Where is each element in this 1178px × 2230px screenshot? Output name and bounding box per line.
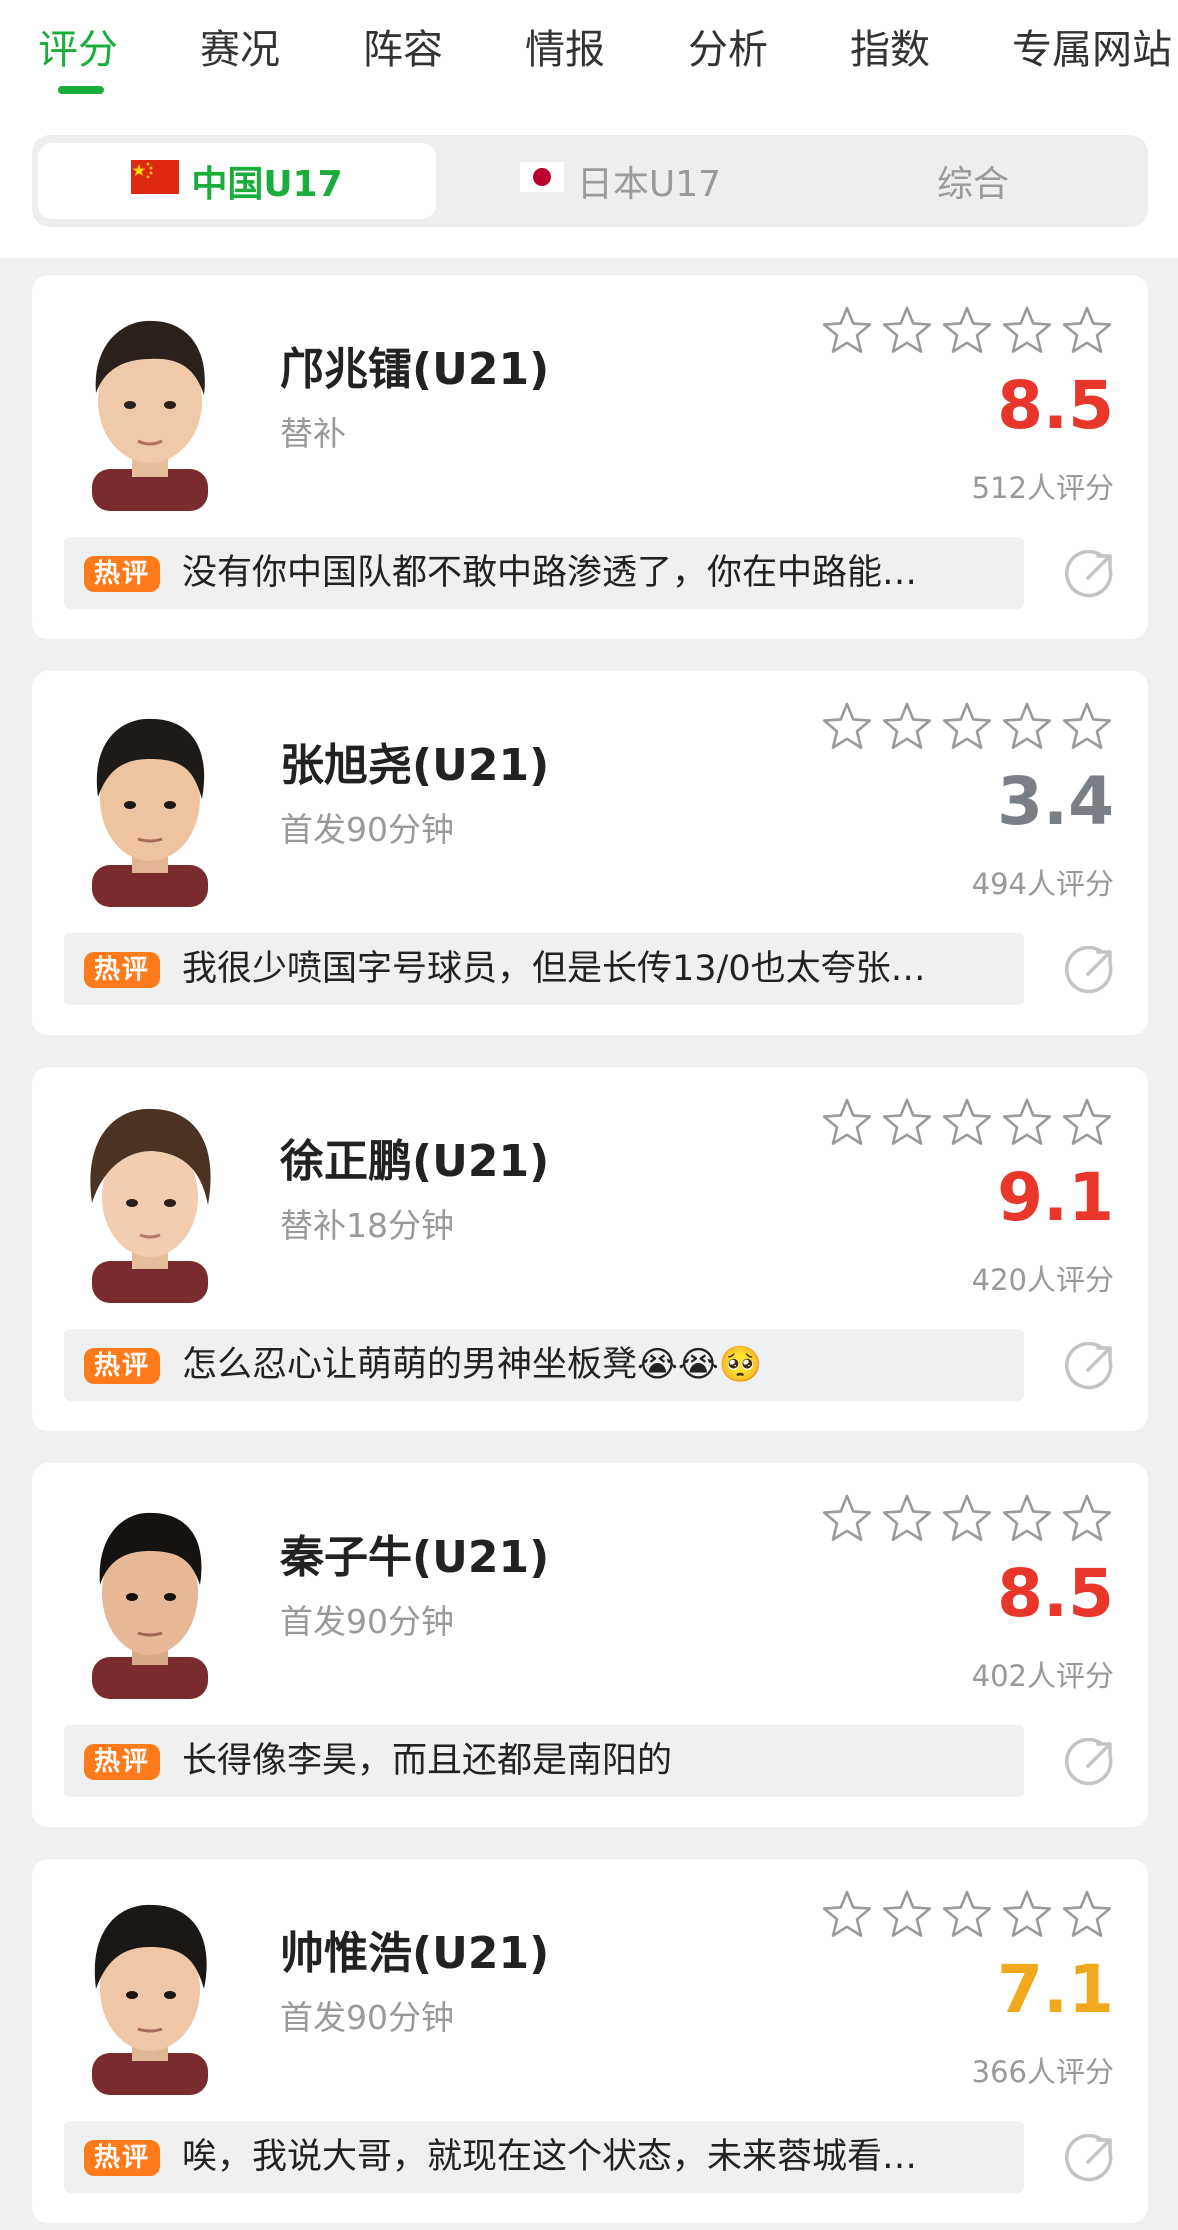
rating-stars[interactable] (822, 1493, 1152, 1543)
player-name: 徐正鹏(U21) (280, 1136, 550, 1187)
hot-comment-text: 没有你中国队都不敢中路渗透了，你在中路能… (182, 553, 918, 593)
rating-count: 420人评分 (971, 1263, 1114, 1297)
hot-comment-badge: 热评 (84, 1744, 160, 1780)
star-icon[interactable] (882, 1493, 932, 1543)
star-icon[interactable] (942, 1889, 992, 1939)
player-name: 邝兆镭(U21) (280, 344, 550, 395)
share-icon[interactable] (1064, 1738, 1116, 1790)
hot-comment-badge: 热评 (84, 556, 160, 592)
player-card[interactable]: 邝兆镭(U21) 替补 8.5 512人评分 热评 没有你中国队都不敢中路渗透了… (32, 275, 1148, 639)
segment-japan-u17[interactable]: 日本U17 (442, 143, 798, 219)
player-card[interactable]: 帅惟浩(U21) 首发90分钟 7.1 366人评分 热评 唉，我说大哥，就现在… (32, 1859, 1148, 2223)
tab-index[interactable]: 指数 (850, 24, 930, 76)
star-icon[interactable] (1002, 1889, 1052, 1939)
star-icon[interactable] (1062, 305, 1112, 355)
segment-overall[interactable]: 综合 (802, 143, 1144, 219)
player-score: 9.1 (997, 1159, 1114, 1236)
star-icon[interactable] (942, 305, 992, 355)
player-avatar (70, 301, 230, 511)
hot-comment-text: 我很少喷国字号球员，但是长传13/0也太夸张… (182, 949, 926, 989)
player-name: 张旭尧(U21) (280, 740, 550, 791)
rating-count: 366人评分 (971, 2055, 1114, 2089)
hot-comment-badge: 热评 (84, 952, 160, 988)
player-avatar (70, 1885, 230, 2095)
segment-japan-label: 日本U17 (576, 164, 722, 205)
star-icon[interactable] (882, 701, 932, 751)
share-icon[interactable] (1064, 1342, 1116, 1394)
share-icon[interactable] (1064, 2134, 1116, 2186)
player-name: 秦子牛(U21) (280, 1532, 550, 1583)
player-avatar (70, 1489, 230, 1699)
rating-count: 512人评分 (971, 471, 1114, 505)
segment-china-label: 中国U17 (191, 164, 343, 205)
hot-comment[interactable]: 热评 怎么忍心让萌萌的男神坐板凳😭😭🥺 (64, 1329, 1024, 1401)
star-icon[interactable] (1062, 701, 1112, 751)
player-score: 3.4 (997, 763, 1114, 840)
rating-stars[interactable] (822, 1097, 1152, 1147)
star-icon[interactable] (822, 1097, 872, 1147)
player-card[interactable]: 秦子牛(U21) 首发90分钟 8.5 402人评分 热评 长得像李昊，而且还都… (32, 1463, 1148, 1827)
star-icon[interactable] (1062, 1097, 1112, 1147)
hot-comment[interactable]: 热评 长得像李昊，而且还都是南阳的 (64, 1725, 1024, 1797)
star-icon[interactable] (822, 305, 872, 355)
hot-comment[interactable]: 热评 唉，我说大哥，就现在这个状态，未来蓉城看… (64, 2121, 1024, 2193)
player-role: 首发90分钟 (280, 810, 454, 849)
japan-flag-icon (518, 160, 566, 202)
header: 评分 赛况 阵容 情报 分析 指数 专属网站 中国U17 日本U17 综合 (0, 0, 1178, 258)
star-icon[interactable] (882, 1097, 932, 1147)
share-icon[interactable] (1064, 550, 1116, 602)
tab-lineup[interactable]: 阵容 (363, 24, 443, 76)
segment-overall-label: 综合 (936, 164, 1009, 205)
hot-comment-text: 唉，我说大哥，就现在这个状态，未来蓉城看… (182, 2137, 918, 2177)
player-role: 替补18分钟 (280, 1206, 454, 1245)
tab-rating[interactable]: 评分 (38, 24, 118, 76)
hot-comment-text: 怎么忍心让萌萌的男神坐板凳😭😭🥺 (182, 1345, 763, 1385)
hot-comment[interactable]: 热评 我很少喷国字号球员，但是长传13/0也太夸张… (64, 933, 1024, 1005)
star-icon[interactable] (1002, 701, 1052, 751)
player-score: 8.5 (997, 367, 1114, 444)
player-role: 替补 (280, 414, 346, 453)
star-icon[interactable] (1002, 305, 1052, 355)
china-flag-icon (131, 159, 180, 203)
rating-stars[interactable] (822, 305, 1152, 355)
tab-intel[interactable]: 情报 (525, 24, 605, 76)
team-segment-switch: 中国U17 日本U17 综合 (32, 135, 1148, 227)
rating-count: 402人评分 (971, 1659, 1114, 1693)
player-score: 7.1 (997, 1951, 1114, 2028)
hot-comment[interactable]: 热评 没有你中国队都不敢中路渗透了，你在中路能… (64, 537, 1024, 609)
player-score: 8.5 (997, 1555, 1114, 1632)
player-avatar (70, 1093, 230, 1303)
star-icon[interactable] (1062, 1493, 1112, 1543)
tab-match-status[interactable]: 赛况 (200, 24, 280, 76)
star-icon[interactable] (822, 701, 872, 751)
player-card[interactable]: 徐正鹏(U21) 替补18分钟 9.1 420人评分 热评 怎么忍心让萌萌的男神… (32, 1067, 1148, 1431)
player-avatar (70, 697, 230, 907)
active-tab-indicator (58, 86, 104, 94)
tab-exclusive-site[interactable]: 专属网站 (1012, 24, 1172, 76)
star-icon[interactable] (822, 1889, 872, 1939)
star-icon[interactable] (1062, 1889, 1112, 1939)
player-role: 首发90分钟 (280, 1998, 454, 2037)
star-icon[interactable] (882, 305, 932, 355)
player-role: 首发90分钟 (280, 1602, 454, 1641)
share-icon[interactable] (1064, 946, 1116, 998)
rating-count: 494人评分 (971, 867, 1114, 901)
rating-stars[interactable] (822, 701, 1152, 751)
star-icon[interactable] (882, 1889, 932, 1939)
tab-analysis[interactable]: 分析 (688, 24, 768, 76)
hot-comment-badge: 热评 (84, 1348, 160, 1384)
player-card[interactable]: 张旭尧(U21) 首发90分钟 3.4 494人评分 热评 我很少喷国字号球员，… (32, 671, 1148, 1035)
star-icon[interactable] (942, 1097, 992, 1147)
star-icon[interactable] (942, 701, 992, 751)
player-name: 帅惟浩(U21) (280, 1928, 550, 1979)
star-icon[interactable] (822, 1493, 872, 1543)
star-icon[interactable] (1002, 1097, 1052, 1147)
segment-china-u17[interactable]: 中国U17 (38, 143, 436, 219)
rating-stars[interactable] (822, 1889, 1152, 1939)
star-icon[interactable] (1002, 1493, 1052, 1543)
star-icon[interactable] (942, 1493, 992, 1543)
hot-comment-text: 长得像李昊，而且还都是南阳的 (182, 1741, 673, 1781)
hot-comment-badge: 热评 (84, 2140, 160, 2176)
tab-bar: 评分 赛况 阵容 情报 分析 指数 专属网站 (0, 0, 1178, 100)
